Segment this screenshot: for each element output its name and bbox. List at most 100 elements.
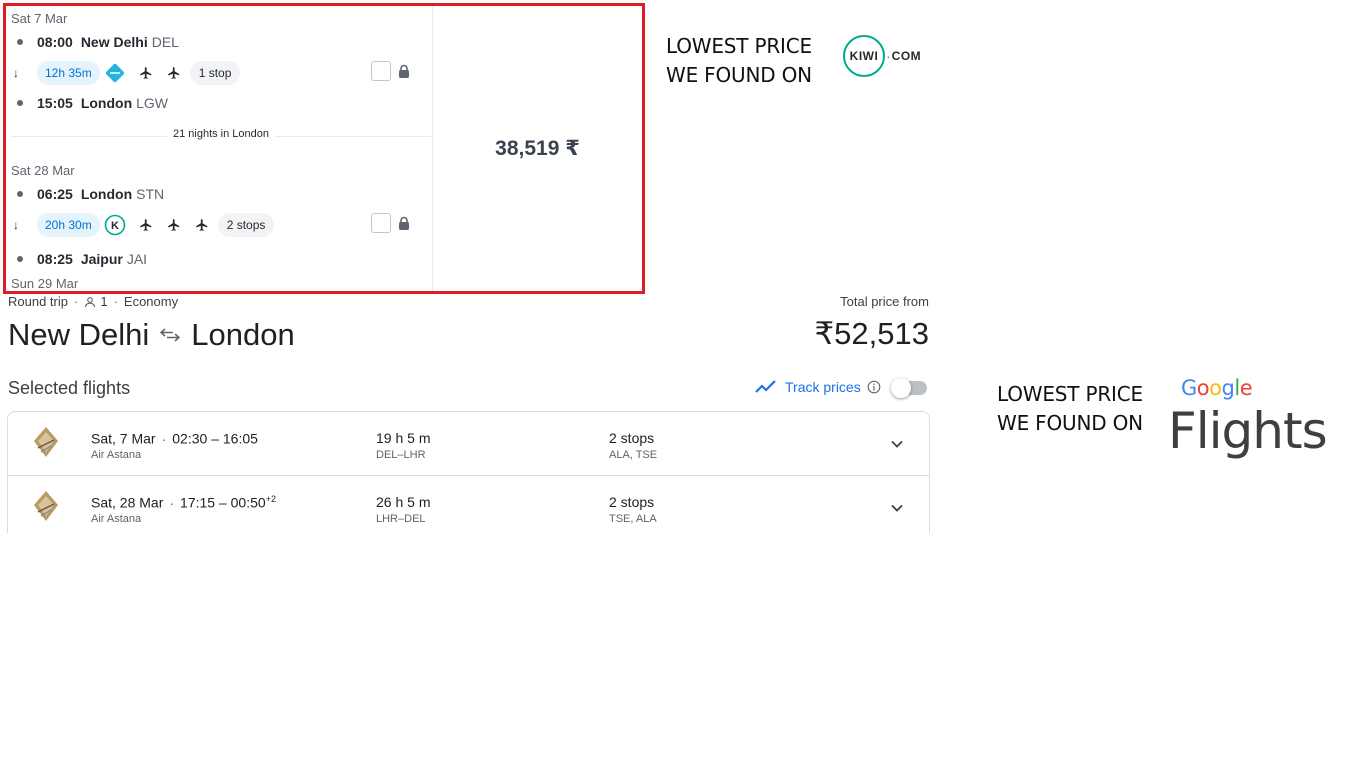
arrival-code: LGW	[136, 95, 169, 111]
plane-icon	[137, 216, 155, 234]
carrier-logo-icon	[104, 62, 126, 84]
inbound-departure: 06:25 London STN	[11, 185, 164, 203]
inbound-arrival-date: Sun 29 Mar	[11, 276, 79, 291]
inbound-date: Sat 28 Mar	[11, 163, 75, 178]
total-price-label: Total price from	[840, 294, 929, 309]
track-prices-toggle[interactable]	[891, 378, 927, 398]
flight-stop-codes: TSE, ALA	[609, 513, 657, 525]
kiwi-logo-circle: KIWI	[843, 35, 885, 77]
duration-badge: 20h 30m	[37, 213, 100, 237]
inbound-arrival: 08:25 Jaipur JAI	[11, 250, 147, 268]
track-prices-label: Track prices	[785, 379, 861, 395]
flight-times: 17:15 – 00:50	[180, 494, 266, 511]
info-icon[interactable]	[867, 380, 881, 394]
stops-badge: 1 stop	[189, 61, 241, 85]
departure-city: London	[80, 186, 133, 202]
timeline-dot	[17, 100, 23, 106]
arrival-time: 15:05	[37, 95, 73, 111]
kiwi-itinerary-segments: Sat 7 Mar 08:00 New Delhi DEL ↓ 12h 35m …	[6, 6, 432, 291]
total-price: ₹52,513	[814, 316, 929, 351]
flight-row[interactable]: Sat, 7 Mar · 02:30 – 16:05 Air Astana 19 h…	[8, 412, 929, 475]
stops-badge: 2 stops	[217, 213, 275, 237]
arrival-code: JAI	[126, 251, 148, 267]
google-letter: G	[1181, 376, 1197, 400]
separator-dot: ·	[73, 294, 79, 309]
departure-time: 08:00	[37, 34, 73, 50]
nights-separator: 21 nights in London	[11, 128, 431, 143]
kiwi-caption: LOWEST PRICE WE FOUND ON	[666, 32, 812, 90]
air-astana-logo-icon	[34, 427, 58, 457]
flight-airline: Air Astana	[91, 513, 142, 525]
kiwi-logo-com: COM	[891, 49, 922, 63]
trend-icon	[755, 380, 776, 393]
flight-date-time: Sat, 7 Mar · 02:30 – 16:05	[91, 430, 258, 447]
timeline-dot	[17, 191, 23, 197]
arrival-time: 08:25	[37, 251, 73, 267]
arrival-city: Jaipur	[80, 251, 123, 267]
departure-code: STN	[136, 186, 165, 202]
track-prices-link[interactable]: Track prices	[755, 379, 881, 395]
trip-meta: Round trip · 1 · Economy	[8, 294, 178, 309]
arrow-down-icon: ↓	[13, 66, 19, 80]
google-letter: o	[1196, 376, 1210, 400]
flight-stops: 2 stops	[609, 494, 655, 510]
toggle-knob	[891, 378, 911, 398]
separator-dot: ·	[161, 430, 167, 447]
flight-date: Sat, 7 Mar	[91, 430, 156, 447]
flight-duration: 19 h 5 m	[376, 430, 431, 446]
selected-flights-list: Sat, 7 Mar · 02:30 – 16:05 Air Astana 19 h…	[7, 411, 930, 533]
kiwi-logo: KIWI · COM	[843, 35, 927, 77]
caption-line: LOWEST PRICE	[997, 382, 1143, 406]
plane-icon	[193, 216, 211, 234]
chevron-down-icon[interactable]	[889, 500, 905, 516]
departure-code: DEL	[151, 34, 179, 50]
google-logo: Google	[1181, 376, 1253, 400]
plane-icon	[165, 216, 183, 234]
duration-badge: 12h 35m	[37, 61, 100, 85]
separator-dot: ·	[113, 294, 118, 309]
flight-times: 02:30 – 16:05	[172, 430, 258, 447]
route-title: New Delhi London	[8, 317, 295, 353]
nights-label: 21 nights in London	[166, 128, 276, 140]
outbound-arrival: 15:05 London LGW	[11, 94, 168, 112]
flight-route: LHR–DEL	[376, 513, 426, 525]
flight-stops: 2 stops	[609, 430, 655, 446]
kiwi-carrier-icon: K	[104, 214, 126, 236]
flights-wordmark: Flights	[1168, 402, 1328, 460]
lock-icon	[398, 64, 410, 78]
timeline-dot	[17, 256, 23, 262]
flight-date: Sat, 28 Mar	[91, 494, 164, 511]
inbound-details: ↓ 20h 30m K 2 stops	[11, 212, 275, 238]
arrow-down-icon: ↓	[13, 218, 19, 232]
plane-icon	[165, 64, 183, 82]
caption-line: WE FOUND ON	[666, 63, 812, 87]
flight-day-offset: +2	[265, 494, 276, 504]
kiwi-logo-dot: ·	[886, 48, 891, 64]
selected-flights-heading: Selected flights	[8, 378, 131, 398]
separator-dot: ·	[169, 494, 175, 511]
flight-row[interactable]: Sat, 28 Mar · 17:15 – 00:50+2 Air Astana 2…	[8, 475, 929, 533]
outbound-date: Sat 7 Mar	[11, 11, 68, 26]
outbound-select-checkbox[interactable]	[371, 61, 391, 81]
flight-stop-codes: ALA, TSE	[609, 449, 658, 461]
departure-time: 06:25	[37, 186, 73, 202]
google-letter: e	[1239, 376, 1253, 400]
outbound-details: ↓ 12h 35m 1 stop	[11, 60, 241, 86]
chevron-down-icon[interactable]	[889, 436, 905, 452]
cabin-class: Economy	[123, 294, 179, 309]
plane-icon	[137, 64, 155, 82]
inbound-select-checkbox[interactable]	[371, 213, 391, 233]
kiwi-itinerary-card[interactable]: Sat 7 Mar 08:00 New Delhi DEL ↓ 12h 35m …	[3, 3, 645, 294]
passenger-count: 1	[100, 294, 108, 309]
flight-duration: 26 h 5 m	[376, 494, 431, 510]
air-astana-logo-icon	[34, 491, 58, 521]
google-caption: LOWEST PRICE WE FOUND ON	[997, 380, 1143, 438]
swap-arrows-icon	[159, 324, 181, 346]
caption-line: LOWEST PRICE	[666, 34, 812, 58]
google-letter: o	[1209, 376, 1222, 400]
flight-date-time: Sat, 28 Mar · 17:15 – 00:50+2	[91, 494, 276, 511]
outbound-departure: 08:00 New Delhi DEL	[11, 33, 179, 51]
timeline-dot	[17, 39, 23, 45]
flight-airline: Air Astana	[91, 449, 142, 461]
arrival-city: London	[80, 95, 133, 111]
